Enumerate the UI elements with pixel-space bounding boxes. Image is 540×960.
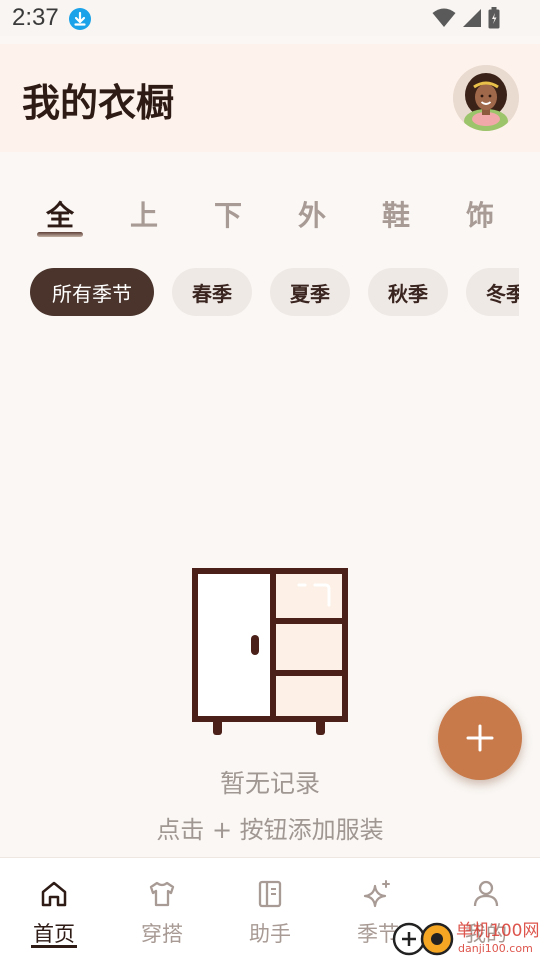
tab-bottoms[interactable]: 下 — [204, 194, 252, 234]
avatar[interactable] — [453, 65, 519, 131]
category-tabs: 全 上 下 外 鞋 饰 — [0, 190, 540, 240]
empty-state-subtitle: 点击 + 按钮添加服装 — [156, 816, 384, 844]
page-title: 我的衣橱 — [22, 81, 175, 125]
wardrobe-icon — [189, 565, 351, 741]
chip-summer[interactable]: 夏季 — [270, 268, 350, 316]
tab-shoes[interactable]: 鞋 — [372, 194, 420, 234]
svg-text:单机100网: 单机100网 — [456, 921, 539, 941]
nav-assistant[interactable]: 助手 — [216, 858, 324, 960]
svg-text:danji100.com: danji100.com — [458, 942, 533, 955]
home-icon — [41, 881, 67, 907]
person-icon — [473, 880, 499, 907]
watermark-logo: 单机100网 danji100.com — [392, 914, 540, 960]
tab-all[interactable]: 全 — [36, 194, 84, 234]
chip-spring[interactable]: 春季 — [172, 268, 252, 316]
sparkle-icon — [363, 880, 390, 908]
wifi-icon — [432, 8, 456, 32]
tab-outerwear[interactable]: 外 — [288, 194, 336, 234]
plus-icon — [466, 724, 494, 752]
nav-label-assistant: 助手 — [249, 922, 291, 946]
signal-icon — [462, 8, 482, 32]
active-tab-indicator — [37, 232, 83, 237]
shirt-icon — [149, 881, 175, 907]
tab-accessories[interactable]: 饰 — [456, 194, 504, 234]
season-chips: 所有季节 春季 夏季 秋季 冬季 — [0, 268, 519, 316]
nav-outfits[interactable]: 穿搭 — [108, 858, 216, 960]
chip-winter[interactable]: 冬季 — [466, 268, 519, 316]
nav-home[interactable]: 首页 — [0, 858, 108, 960]
chip-autumn[interactable]: 秋季 — [368, 268, 448, 316]
tab-tops[interactable]: 上 — [120, 194, 168, 234]
nav-label-home: 首页 — [33, 922, 75, 946]
status-bar: 2:37 — [0, 0, 540, 36]
battery-icon — [488, 7, 500, 33]
add-clothing-button[interactable] — [438, 696, 522, 780]
chip-all-seasons[interactable]: 所有季节 — [30, 268, 154, 316]
nav-label-outfits: 穿搭 — [141, 922, 183, 946]
download-icon — [69, 8, 91, 30]
status-time: 2:37 — [12, 4, 59, 31]
nav-active-indicator — [31, 945, 77, 948]
book-icon — [258, 880, 282, 908]
app-header: 我的衣橱 — [0, 44, 540, 152]
